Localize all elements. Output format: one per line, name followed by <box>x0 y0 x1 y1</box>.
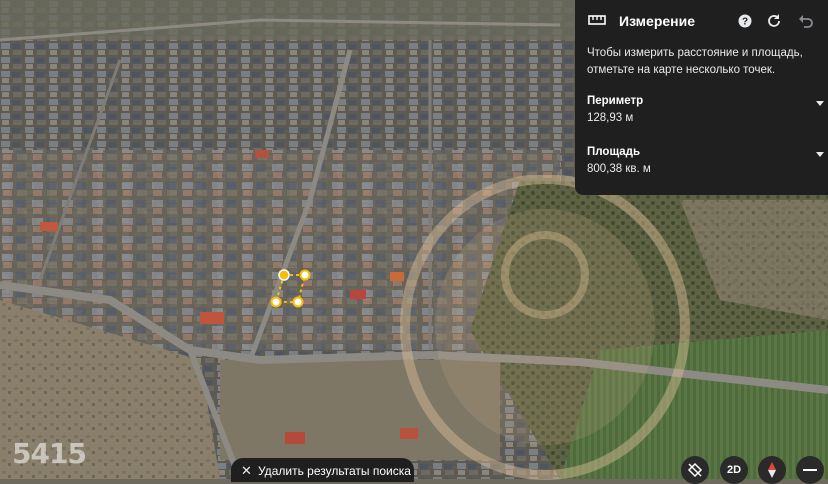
area-units-dropdown-icon[interactable] <box>816 152 824 157</box>
area-value: 800,38 кв. м <box>587 163 651 175</box>
perimeter-label: Периметр <box>587 95 644 107</box>
perimeter-section[interactable]: Периметр 128,93 м <box>575 95 828 131</box>
panel-header: Измерение ? <box>575 0 828 42</box>
perimeter-value: 128,93 м <box>587 112 634 124</box>
svg-text:?: ? <box>742 17 748 28</box>
tilt-toggle-button[interactable] <box>681 456 709 484</box>
2d-toggle-button[interactable]: 2D <box>720 456 748 484</box>
compass-icon <box>768 462 776 478</box>
measurement-panel: Измерение ? Чтобы измерить расстояние и … <box>575 0 828 195</box>
perimeter-units-dropdown-icon[interactable] <box>816 101 824 106</box>
tilt-icon <box>687 462 703 478</box>
undo-icon[interactable] <box>797 12 815 30</box>
minus-icon <box>803 469 817 471</box>
clear-search-button[interactable]: ✕ Удалить результаты поиска <box>231 458 414 482</box>
ruler-icon <box>588 15 606 25</box>
area-section[interactable]: Площадь 800,38 кв. м <box>575 146 828 182</box>
instructions-text: Чтобы измерить расстояние и площадь, отм… <box>587 47 803 76</box>
panel-title: Измерение <box>619 13 696 29</box>
close-icon[interactable]: ✕ <box>241 463 252 479</box>
help-icon[interactable]: ? <box>736 12 754 30</box>
compass-button[interactable] <box>758 456 786 484</box>
watermark-number: 5415 <box>12 437 87 470</box>
clear-search-label: Удалить результаты поиска <box>258 464 411 478</box>
area-label: Площадь <box>587 146 641 158</box>
zoom-out-button[interactable] <box>796 456 824 484</box>
reset-icon[interactable] <box>765 12 783 30</box>
